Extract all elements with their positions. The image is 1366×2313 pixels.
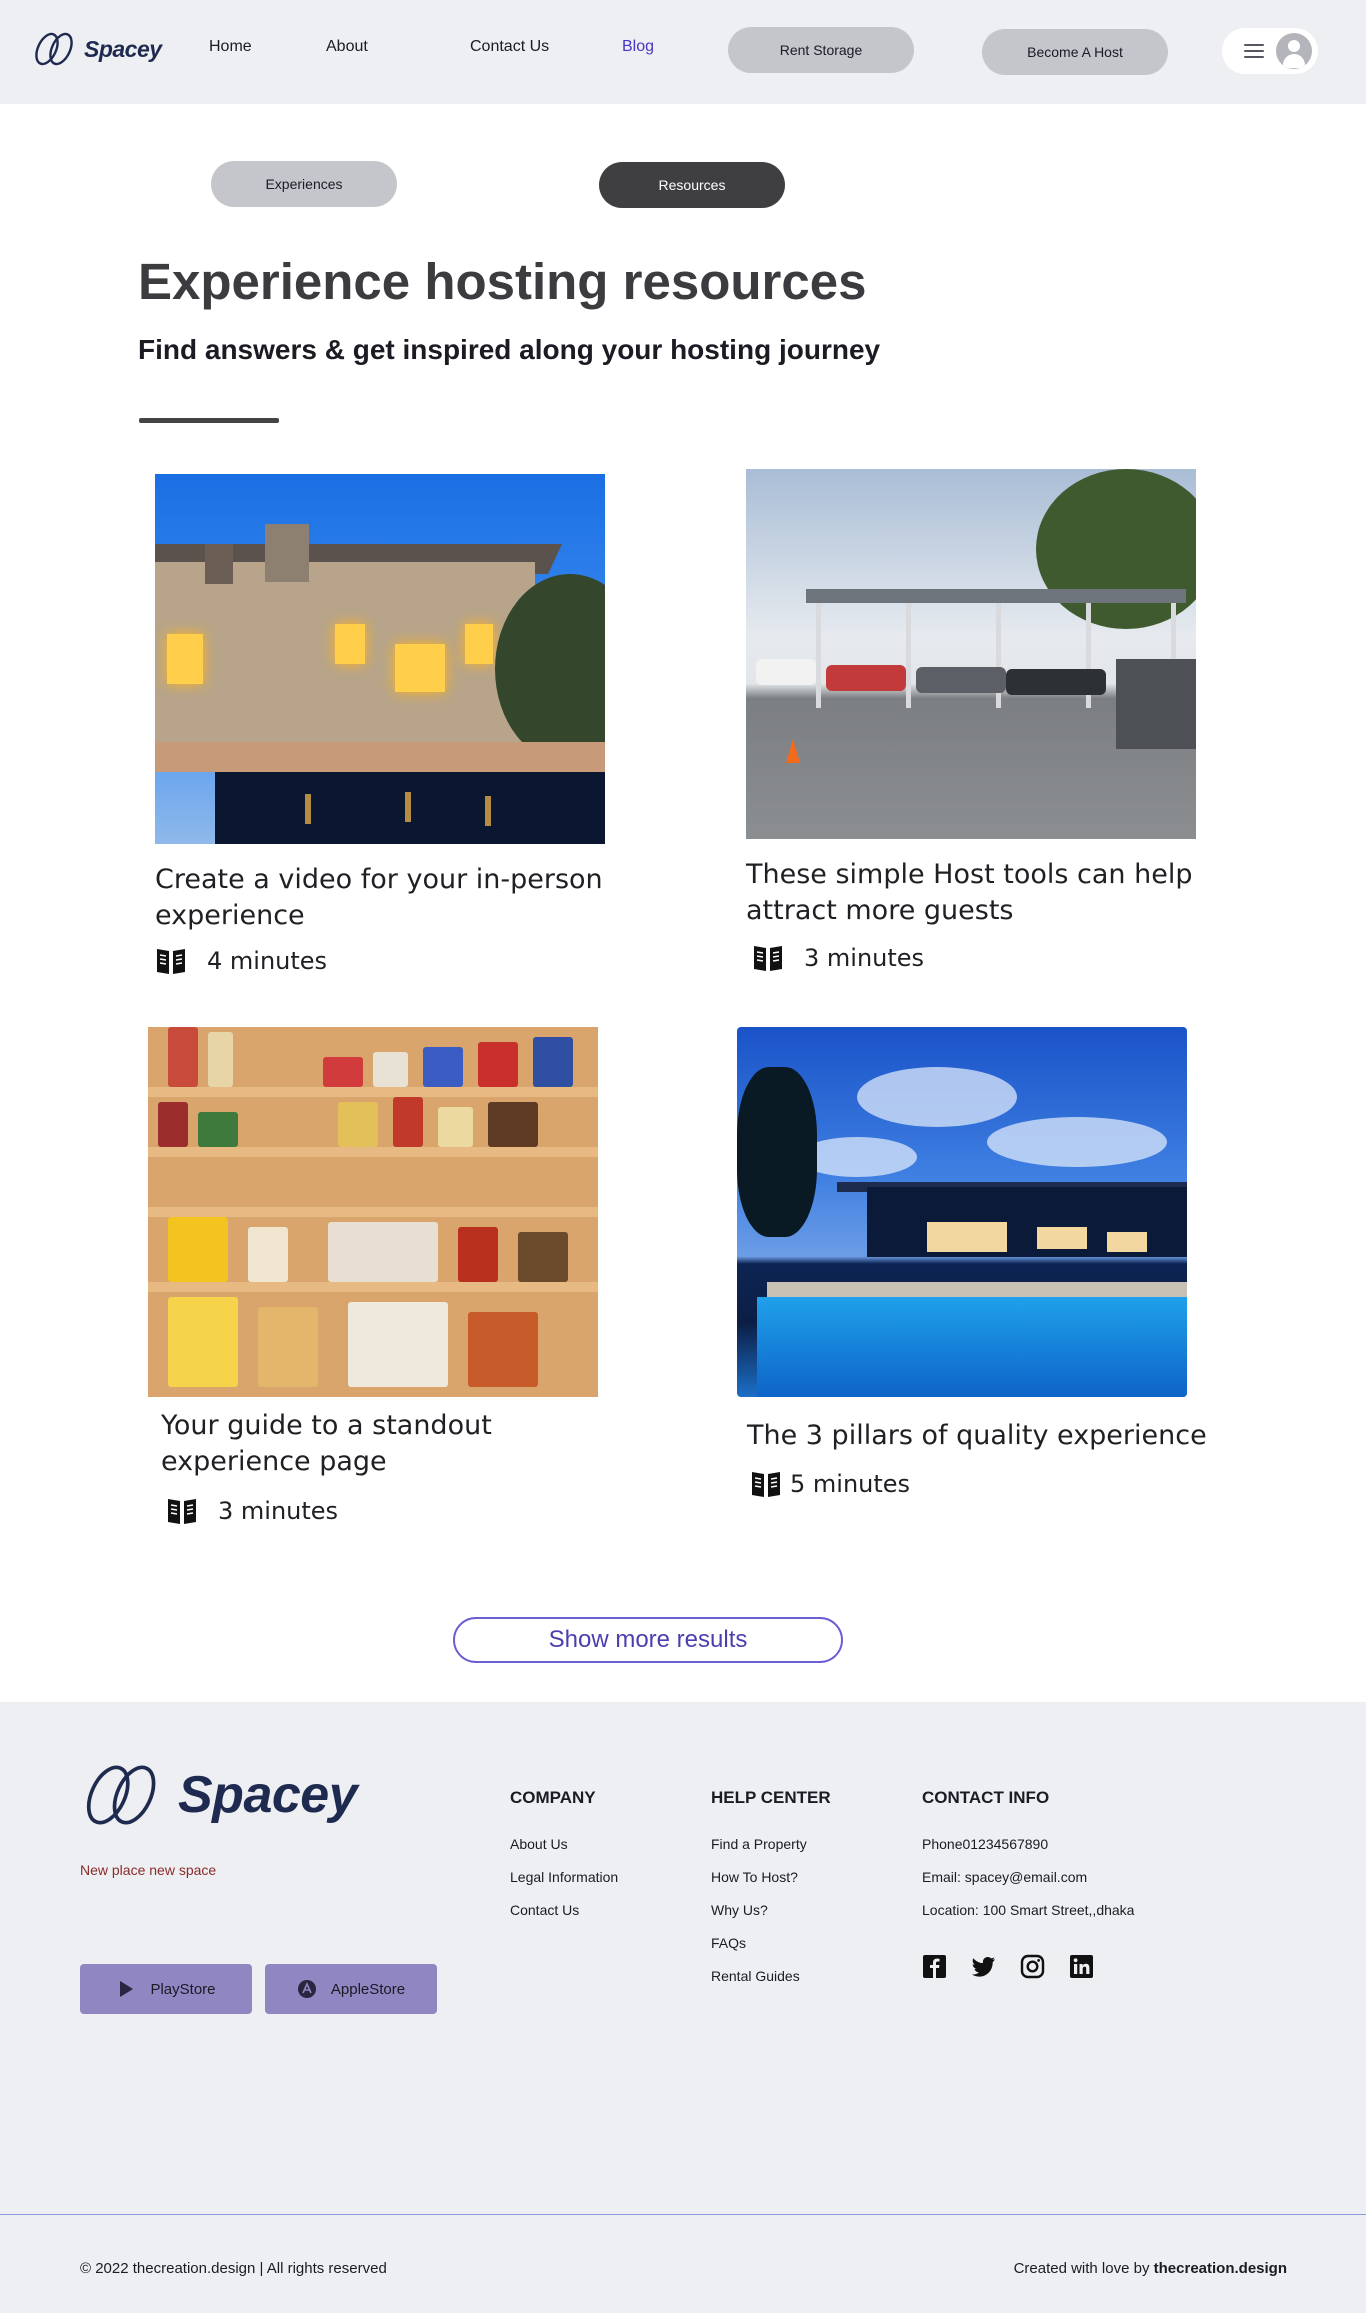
card-title[interactable]: Create a video for your in-person experi… [155,862,625,934]
footer-divider [0,2214,1366,2215]
footer-link-contact-us[interactable]: Contact Us [510,1902,579,1918]
playstore-button[interactable]: PlayStore [80,1964,252,2014]
title-divider [139,418,279,423]
contact-info-list: Phone01234567890 Email: spacey@email.com… [922,1836,1134,1935]
play-store-icon [120,1981,134,1997]
user-menu-button[interactable] [1222,28,1318,74]
card-title[interactable]: The 3 pillars of quality experience [747,1418,1217,1454]
nav-blog[interactable]: Blog [622,38,654,56]
tab-experiences[interactable]: Experiences [211,161,397,207]
user-avatar-icon [1276,33,1312,69]
linkedin-icon[interactable] [1069,1954,1094,1979]
applestore-label: AppleStore [330,1980,406,1998]
copyright-text: © 2022 thecreation.design | All rights r… [80,2260,387,2277]
footer-link-rental-guides[interactable]: Rental Guides [711,1968,800,1984]
credit-text: Created with love by thecreation.design [1014,2260,1287,2277]
brand-logo-link[interactable]: Spacey [32,30,162,68]
open-book-icon [168,1499,196,1524]
footer-link-why-us[interactable]: Why Us? [711,1902,768,1918]
contact-email: Email: spacey@email.com [922,1869,1088,1885]
card-title[interactable]: Your guide to a standout experience page [161,1408,631,1480]
spacey-logo-icon [86,1765,156,1825]
help-center-links: Find a Property How To Host? Why Us? FAQ… [711,1836,807,2001]
app-store-icon [297,1980,316,1998]
nav-contact-us[interactable]: Contact Us [470,38,549,56]
company-heading: COMPANY [510,1788,596,1807]
card-read-time: 4 minutes [155,946,327,976]
facebook-icon[interactable] [922,1954,947,1979]
contact-location: Location: 100 Smart Street,,dhaka [922,1902,1135,1918]
playstore-label: PlayStore [150,1980,216,1998]
read-time-label: 3 minutes [804,944,925,972]
footer-brand-name: Spacey [178,1766,358,1824]
open-book-icon [754,946,782,971]
spacey-logo-icon [35,32,73,66]
resort-pool-photo[interactable] [737,1027,1187,1397]
contact-phone: Phone01234567890 [922,1836,1049,1852]
card-read-time: 5 minutes [750,1469,910,1499]
instagram-icon[interactable] [1020,1954,1045,1979]
nav-home[interactable]: Home [209,38,252,56]
twitter-icon[interactable] [971,1954,996,1979]
carport-storage-photo[interactable] [746,469,1196,839]
page-subtitle: Find answers & get inspired along your h… [138,334,881,365]
footer-link-legal-information[interactable]: Legal Information [510,1869,618,1885]
open-book-icon [752,1472,780,1497]
card-read-time: 3 minutes [752,943,924,973]
social-links [922,1954,1094,1979]
credit-link[interactable]: thecreation.design [1154,2260,1287,2277]
card-read-time: 3 minutes [166,1496,338,1526]
footer-link-faqs[interactable]: FAQs [711,1935,746,1951]
footer-link-how-to-host[interactable]: How To Host? [711,1869,798,1885]
tab-resources[interactable]: Resources [599,162,785,208]
credit-prefix: Created with love by [1013,2260,1154,2277]
become-host-button[interactable]: Become A Host [982,29,1168,75]
company-links: About Us Legal Information Contact Us [510,1836,618,1935]
house-with-pool-photo[interactable] [155,474,605,844]
help-center-heading: HELP CENTER [711,1788,831,1807]
applestore-button[interactable]: AppleStore [265,1964,437,2014]
footer-link-about-us[interactable]: About Us [510,1836,568,1852]
nav-about[interactable]: About [326,38,368,56]
footer-link-find-property[interactable]: Find a Property [711,1836,807,1852]
rent-storage-button[interactable]: Rent Storage [728,27,914,73]
contact-info-heading: CONTACT INFO [922,1788,1050,1807]
site-footer: Spacey New place new space PlayStore App… [0,1702,1366,2313]
footer-tagline: New place new space [80,1862,217,1878]
pantry-shelves-photo[interactable] [148,1027,598,1397]
show-more-results-button[interactable]: Show more results [453,1617,843,1663]
page-title: Experience hosting resources [138,253,867,310]
read-time-label: 5 minutes [790,1470,911,1498]
top-navigation-bar: Spacey Home About Contact Us Blog Rent S… [0,0,1366,104]
read-time-label: 4 minutes [207,947,328,975]
read-time-label: 3 minutes [218,1497,339,1525]
open-book-icon [157,949,185,974]
hamburger-menu-icon [1244,44,1264,58]
footer-brand-logo[interactable]: Spacey [78,1760,358,1830]
brand-name: Spacey [84,35,162,62]
card-title[interactable]: These simple Host tools can help attract… [746,857,1216,929]
